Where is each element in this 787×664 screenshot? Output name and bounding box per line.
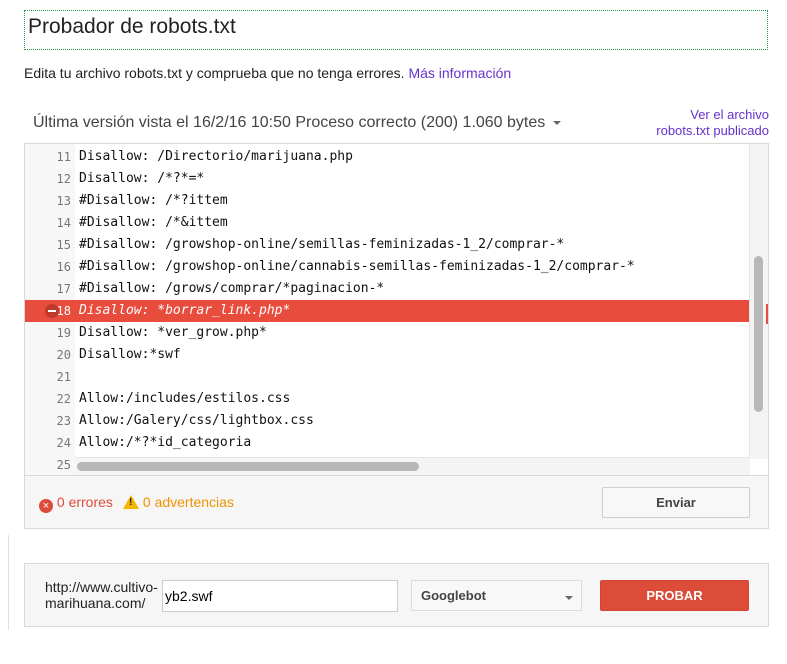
user-agent-value: Googlebot (421, 588, 486, 603)
code-text: #Disallow: /*&ittem (79, 215, 228, 230)
x-circle-icon: × (39, 499, 53, 513)
line-number: 15 (56, 238, 71, 252)
version-selector[interactable]: Última versión vista el 16/2/16 10:50 Pr… (33, 114, 562, 132)
code-text: Disallow: *ver_grow.php* (79, 325, 267, 340)
vertical-scrollbar[interactable] (749, 144, 768, 459)
view-link-line1: Ver el archivo (690, 107, 769, 122)
page-title: Probador de robots.txt (28, 15, 236, 38)
line-number: 20 (56, 348, 71, 362)
code-text: Allow:/includes/estilos.css (79, 391, 291, 406)
line-number: 18 (56, 304, 71, 318)
base-url-line1: http://www.cultivo- (45, 579, 158, 595)
line-number: 14 (56, 216, 71, 230)
code-line[interactable]: 17 #Disallow: /grows/comprar/*paginacion-… (25, 278, 750, 300)
chevron-down-icon (565, 596, 573, 600)
code-line[interactable]: 24 Allow:/*?*id_categoria (25, 432, 750, 454)
page-subtitle: Edita tu archivo robots.txt y comprueba … (24, 65, 511, 81)
base-url: http://www.cultivo- marihuana.com/ (45, 579, 158, 611)
warning-count-label: 0 advertencias (142, 494, 234, 510)
horizontal-scroll-thumb[interactable] (77, 462, 419, 471)
user-agent-select[interactable]: Googlebot (411, 580, 582, 611)
warning-count: 0 advertencias (123, 494, 234, 510)
send-button[interactable]: Enviar (602, 487, 750, 518)
code-text: #Disallow: /*?ittem (79, 193, 228, 208)
error-count: × 0 errores (39, 494, 113, 513)
code-line[interactable]: 12 Disallow: /*?*=* (25, 168, 750, 190)
line-number: 23 (56, 414, 71, 428)
horizontal-scrollbar[interactable] (75, 457, 750, 475)
line-number: 19 (56, 326, 71, 340)
chevron-down-icon (553, 120, 562, 125)
code-text: Disallow:*swf (79, 347, 181, 362)
more-info-link[interactable]: Más información (408, 65, 511, 81)
line-number: 13 (56, 194, 71, 208)
code-line[interactable]: 11 Disallow: /Directorio/marijuana.php (25, 146, 750, 168)
code-line-error[interactable]: 18 Disallow: *borrar_link.php* (25, 300, 750, 322)
line-number: 17 (56, 282, 71, 296)
version-label: Última versión vista el 16/2/16 10:50 Pr… (33, 114, 546, 131)
code-text: Allow:/Galery/css/lightbox.css (79, 413, 314, 428)
line-number: 16 (56, 260, 71, 274)
code-text: Disallow: /*?*=* (79, 171, 205, 186)
code-text: #Disallow: /growshop-online/semillas-fem… (79, 237, 565, 252)
code-text: #Disallow: /growshop-online/cannabis-sem… (79, 259, 635, 274)
code-text: Disallow: *borrar_link.php* (79, 303, 291, 318)
line-number: 25 (56, 458, 71, 472)
code-line[interactable]: 14 #Disallow: /*&ittem (25, 212, 750, 234)
line-number: 11 (56, 150, 71, 164)
code-text: #Disallow: /grows/comprar/*paginacion-* (79, 281, 385, 296)
page-title-box: Probador de robots.txt (24, 10, 768, 50)
code-line[interactable]: 23 Allow:/Galery/css/lightbox.css (25, 410, 750, 432)
line-number: 21 (56, 370, 71, 384)
code-text: Allow:/*?*id_categoria (79, 435, 252, 450)
status-bar: × 0 errores 0 advertencias Enviar (24, 476, 769, 529)
code-line[interactable]: 21 (25, 366, 750, 388)
code-text: Disallow: /Directorio/marijuana.php (79, 149, 353, 164)
code-line[interactable]: 15 #Disallow: /growshop-online/semillas-f… (25, 234, 750, 256)
robots-editor[interactable]: 11 Disallow: /Directorio/marijuana.php 12 D… (24, 143, 769, 476)
code-line[interactable]: 13 #Disallow: /*?ittem (25, 190, 750, 212)
view-published-link[interactable]: Ver el archivo robots.txt publicado (656, 107, 769, 139)
line-number: 12 (56, 172, 71, 186)
line-number: 24 (56, 436, 71, 450)
warning-triangle-icon (123, 495, 139, 509)
view-link-line2: robots.txt publicado (656, 123, 769, 138)
code-line[interactable]: 22 Allow:/includes/estilos.css (25, 388, 750, 410)
code-line[interactable]: 16 #Disallow: /growshop-online/cannabis-s… (25, 256, 750, 278)
line-number: 22 (56, 392, 71, 406)
vertical-scroll-thumb[interactable] (754, 256, 763, 412)
divider (8, 535, 9, 630)
url-path-input[interactable] (162, 580, 398, 612)
code-line[interactable]: 20 Disallow:*swf (25, 344, 750, 366)
error-count-label: 0 errores (56, 494, 113, 510)
code-line[interactable]: 19 Disallow: *ver_grow.php* (25, 322, 750, 344)
subtitle-text: Edita tu archivo robots.txt y comprueba … (24, 65, 405, 81)
base-url-line2: marihuana.com/ (45, 595, 146, 611)
test-button[interactable]: PROBAR (600, 580, 749, 611)
error-marker (766, 304, 768, 324)
url-tester: http://www.cultivo- marihuana.com/ Googl… (24, 563, 769, 627)
